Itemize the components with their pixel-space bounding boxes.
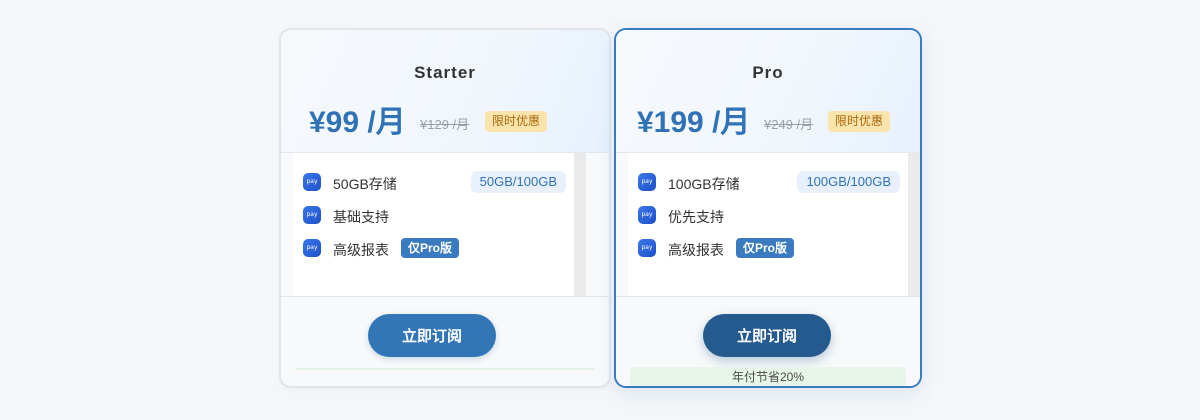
annual-savings-note: 年付节省20% bbox=[630, 367, 906, 386]
feature-label: 50GB存储 bbox=[333, 176, 397, 192]
plan-name: Starter bbox=[414, 63, 476, 82]
pay-icon: pay bbox=[638, 173, 656, 191]
plan-footer: 立即订阅 bbox=[281, 296, 609, 386]
pay-icon: pay bbox=[303, 173, 321, 191]
pay-icon: pay bbox=[303, 239, 321, 257]
subscribe-button[interactable]: 立即订阅 bbox=[368, 314, 496, 357]
plan-price: ¥99 /月 bbox=[309, 106, 406, 139]
feature-list: pay 100GB存储 100GB/100GB pay 优先支持 pay 高级报… bbox=[628, 153, 908, 296]
storage-usage-chip: 100GB/100GB bbox=[797, 171, 900, 193]
feature-item-support: pay 优先支持 bbox=[638, 202, 900, 228]
promo-badge: 限时优惠 bbox=[828, 111, 891, 132]
storage-usage-chip: 50GB/100GB bbox=[470, 171, 566, 193]
feature-label: 优先支持 bbox=[668, 209, 724, 225]
subscribe-button[interactable]: 立即订阅 bbox=[703, 314, 831, 357]
feature-label: 高级报表 bbox=[668, 242, 724, 258]
original-price: ¥129 /月 bbox=[420, 117, 470, 132]
feature-item-storage: pay 100GB存储 100GB/100GB bbox=[638, 169, 900, 195]
plan-header: Starter ¥99 /月 ¥129 /月 限时优惠 bbox=[281, 30, 609, 153]
plan-card-starter: Starter ¥99 /月 ¥129 /月 限时优惠 pay 50GB存储 5… bbox=[279, 28, 611, 388]
pay-icon: pay bbox=[638, 206, 656, 224]
original-price: ¥249 /月 bbox=[764, 117, 814, 132]
plan-footer: 立即订阅 年付节省20% bbox=[616, 296, 920, 386]
pro-only-badge: 仅Pro版 bbox=[401, 238, 460, 258]
feature-item-support: pay 基础支持 bbox=[303, 202, 566, 228]
plan-header: Pro ¥199 /月 ¥249 /月 限时优惠 bbox=[616, 30, 920, 153]
feature-item-reports: pay 高级报表 仅Pro版 bbox=[303, 235, 566, 261]
feature-list: pay 50GB存储 50GB/100GB pay 基础支持 pay 高级报表 … bbox=[293, 153, 574, 296]
feature-list-scrollbar[interactable] bbox=[574, 153, 586, 296]
feature-label: 高级报表 bbox=[333, 242, 389, 258]
plan-name: Pro bbox=[752, 63, 784, 82]
feature-list-scrollbar[interactable] bbox=[908, 153, 920, 296]
feature-item-storage: pay 50GB存储 50GB/100GB bbox=[303, 169, 566, 195]
pro-only-badge: 仅Pro版 bbox=[736, 238, 795, 258]
feature-label: 100GB存储 bbox=[668, 176, 740, 192]
promo-badge: 限时优惠 bbox=[485, 111, 548, 132]
plan-price: ¥199 /月 bbox=[637, 106, 751, 139]
feature-item-reports: pay 高级报表 仅Pro版 bbox=[638, 235, 900, 261]
plan-card-pro: Pro ¥199 /月 ¥249 /月 限时优惠 pay 100GB存储 100… bbox=[614, 28, 922, 388]
pricing-page: Starter ¥99 /月 ¥129 /月 限时优惠 pay 50GB存储 5… bbox=[0, 0, 1200, 420]
pay-icon: pay bbox=[303, 206, 321, 224]
pay-icon: pay bbox=[638, 239, 656, 257]
footer-divider bbox=[295, 368, 595, 370]
feature-label: 基础支持 bbox=[333, 209, 389, 225]
